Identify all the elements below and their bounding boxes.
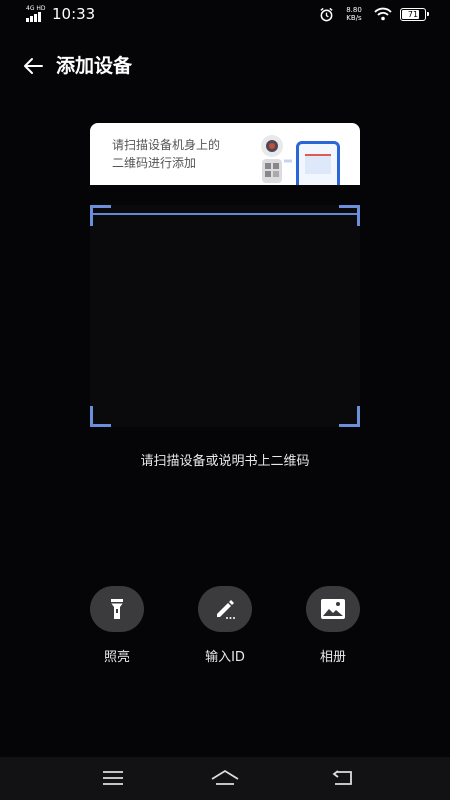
app-header: 添加设备 [0,46,450,86]
menu-button[interactable] [98,767,128,789]
album-label: 相册 [319,650,346,665]
scan-corner-bottom-right [339,406,360,427]
enter-id-label: 输入ID [205,650,245,665]
back-arrow-icon[interactable] [22,54,46,78]
enter-id-circle[interactable] [198,586,252,632]
network-speed: 8.80 KB/s [342,6,366,22]
card-line-1: 请扫描设备机身上的 [112,138,221,152]
wifi-icon [374,7,392,21]
status-bar: 4G HD 10:33 8.80 KB/s 71 [0,0,450,30]
scan-corner-top-left [90,205,111,226]
return-button[interactable] [328,767,358,789]
scan-corner-top-right [339,205,360,226]
enter-id-button[interactable]: 输入ID [185,586,265,665]
flashlight-button[interactable]: 照亮 [77,586,157,665]
return-icon [332,770,352,785]
alarm-icon [320,7,333,21]
action-bar: 照亮 输入ID 相册 [0,586,450,676]
flashlight-circle[interactable] [90,586,144,632]
status-right: 8.80 KB/s 71 [319,6,429,22]
flashlight-icon [111,599,123,619]
menu-icon [103,771,123,785]
page-title: 添加设备 [56,55,133,77]
scan-frame [90,205,360,427]
image-icon [321,599,345,619]
battery-icon: 71 [400,7,429,21]
home-button[interactable] [210,767,240,789]
status-time: 10:33 [52,5,96,23]
scan-instruction: 请扫描设备或说明书上二维码 [140,454,310,469]
pencil-icon [217,600,235,619]
album-circle[interactable] [306,586,360,632]
card-line-2: 二维码进行添加 [112,156,197,170]
scan-line [92,213,358,215]
card-text: 请扫描设备机身上的 二维码进行添加 [112,136,252,172]
phone-illustration [296,141,340,185]
scan-corner-bottom-left [90,406,111,427]
signal-icon: 4G HD [26,6,46,22]
home-icon [211,769,239,785]
flashlight-label: 照亮 [103,650,130,665]
speed-unit: KB/s [346,14,362,22]
battery-level: 71 [407,9,419,19]
album-button[interactable]: 相册 [293,586,373,665]
scan-hint-card: 请扫描设备机身上的 二维码进行添加 [90,123,360,185]
camera-device-illustration [261,135,292,183]
system-nav-bar [0,757,450,800]
speed-value: 8.80 [346,6,362,14]
status-left: 4G HD 10:33 [26,6,95,22]
